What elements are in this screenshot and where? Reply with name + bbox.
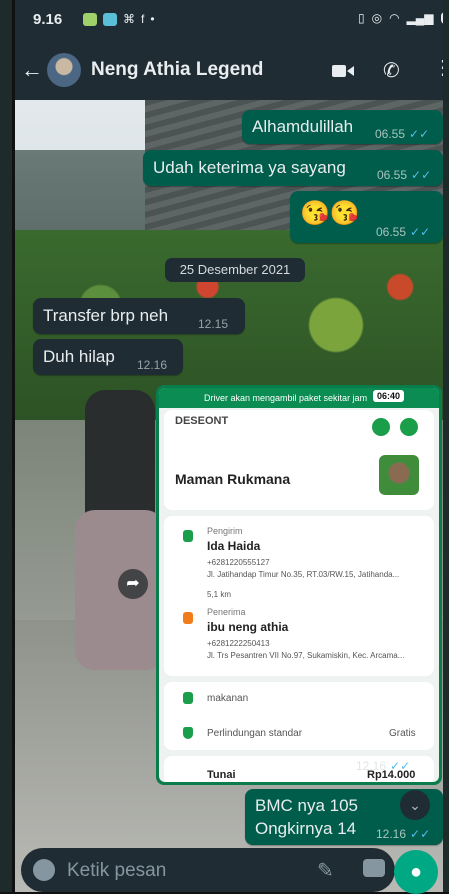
message-time: 06.55 ✓✓ [377, 168, 432, 182]
dot-icon: • [150, 12, 155, 26]
sender-address: Jl. Jatihandap Timur No.35, RT.03/RW.15,… [207, 570, 400, 579]
message-time: 12.16 ✓✓ [376, 827, 431, 841]
app-notification-icon [103, 13, 117, 26]
sender-label: Pengirim [207, 526, 243, 536]
message-emoji: 😘😘 [300, 200, 360, 227]
microphone-button[interactable]: ● [394, 850, 438, 894]
image-message[interactable]: Driver akan mengambil paket sekitar jam … [156, 385, 442, 785]
read-ticks-icon: ✓✓ [411, 168, 432, 182]
scroll-down-icon[interactable]: ⌄ [400, 790, 430, 820]
recipient-address: Jl. Trs Pesantren VII No.97, Sukamiskin,… [207, 651, 405, 660]
right-edge-strip [443, 0, 449, 892]
key-icon: ⌘ [123, 12, 135, 26]
paperclip-icon[interactable]: ✎ [317, 858, 334, 883]
payment-method: Tunai [207, 769, 236, 781]
courier-name: Maman Rukmana [175, 471, 291, 487]
message-text: Udah keterima ya sayang [153, 158, 346, 177]
contact-name[interactable]: Neng Athia Legend [91, 59, 263, 81]
sender-name: Ida Haida [207, 539, 261, 553]
item-icon [183, 692, 193, 704]
recipient-phone: +6281222250413 [207, 639, 270, 648]
distance: 5,1 km [207, 590, 232, 599]
dropoff-pin-icon [183, 612, 193, 624]
image-time: 12.16 ✓✓ [356, 759, 411, 773]
message-bubble-outgoing[interactable]: 😘😘 06.55 ✓✓ [290, 191, 443, 243]
message-input[interactable]: Ketik pesan [67, 860, 166, 882]
status-system-icons: ▯ ◎ ◠ ▂▄▆ [358, 11, 443, 25]
message-text-line1: BMC nya 105 [255, 796, 358, 815]
driver-text: Driver akan mengambil paket sekitar jam [204, 393, 368, 403]
message-time: 06.55 ✓✓ [375, 127, 430, 141]
chat-header: ← Neng Athia Legend ✆ ⋮ [15, 40, 443, 100]
signal-icon: ▂▄▆ [406, 11, 434, 25]
details-card [164, 682, 434, 750]
sender-phone: +6281220555127 [207, 558, 270, 567]
protection-text: Perlindungan standar [207, 728, 303, 739]
message-time: 06.55 ✓✓ [376, 225, 431, 239]
battery-icon [440, 12, 443, 24]
protection-price: Gratis [389, 728, 416, 739]
shield-icon [183, 727, 193, 739]
app-notification-icon [83, 13, 97, 26]
message-bubble-incoming[interactable]: Duh hilap 12.16 [33, 339, 183, 375]
chat-screen: 9.16 ⌘ f • ▯ ◎ ◠ ▂▄▆ ← Neng Athia Legend… [15, 0, 443, 892]
item-text: makanan [207, 693, 249, 704]
message-text: Duh hilap [43, 347, 115, 366]
emoji-icon[interactable] [33, 859, 55, 881]
status-bar: 9.16 ⌘ f • ▯ ◎ ◠ ▂▄▆ [15, 0, 443, 40]
location-icon: ◎ [371, 11, 383, 25]
message-bubble-outgoing[interactable]: Udah keterima ya sayang 06.55 ✓✓ [143, 150, 443, 186]
forward-icon[interactable]: ➦ [118, 569, 148, 599]
message-input-bar[interactable]: Ketik pesan ✎ [21, 848, 395, 892]
status-circle-icon [400, 418, 418, 436]
recipient-name: ibu neng athia [207, 620, 289, 634]
vibrate-icon: ▯ [358, 11, 365, 25]
left-edge-strip [0, 0, 12, 892]
more-menu-icon[interactable]: ⋮ [433, 58, 443, 78]
status-circle-icon [372, 418, 390, 436]
read-ticks-icon: ✓✓ [390, 759, 411, 773]
driver-bar: Driver akan mengambil paket sekitar jam … [159, 388, 439, 408]
courier-photo [379, 455, 419, 495]
avatar[interactable] [47, 53, 81, 87]
camera-icon[interactable] [363, 859, 385, 877]
facebook-icon: f [141, 12, 145, 26]
message-bubble-outgoing[interactable]: Alhamdulillah 06.55 ✓✓ [242, 110, 443, 144]
back-arrow-icon[interactable]: ← [21, 57, 43, 83]
message-text: Alhamdulillah [252, 117, 354, 136]
status-time: 9.16 [33, 11, 63, 28]
message-time: 12.16 [137, 358, 168, 372]
phone-call-icon[interactable]: ✆ [383, 58, 400, 83]
video-call-icon[interactable] [332, 63, 354, 79]
date-chip: 25 Desember 2021 [165, 258, 305, 282]
driver-time: 06:40 [373, 390, 405, 402]
message-time: 12.15 [198, 317, 229, 331]
top-label: DESEONT [175, 415, 229, 427]
read-ticks-icon: ✓✓ [410, 827, 431, 841]
image-screenshot: Driver akan mengambil paket sekitar jam … [159, 388, 439, 782]
status-notification-icons: ⌘ f • [83, 13, 155, 26]
recipient-label: Penerima [207, 607, 246, 617]
message-bubble-incoming[interactable]: Transfer brp neh 12.15 [33, 298, 245, 334]
message-text: Transfer brp neh [43, 306, 169, 325]
pickup-pin-icon [183, 530, 193, 542]
read-ticks-icon: ✓✓ [410, 225, 431, 239]
wifi-icon: ◠ [389, 11, 400, 25]
message-text-line2: Ongkirnya 14 [255, 819, 357, 838]
read-ticks-icon: ✓✓ [409, 127, 430, 141]
